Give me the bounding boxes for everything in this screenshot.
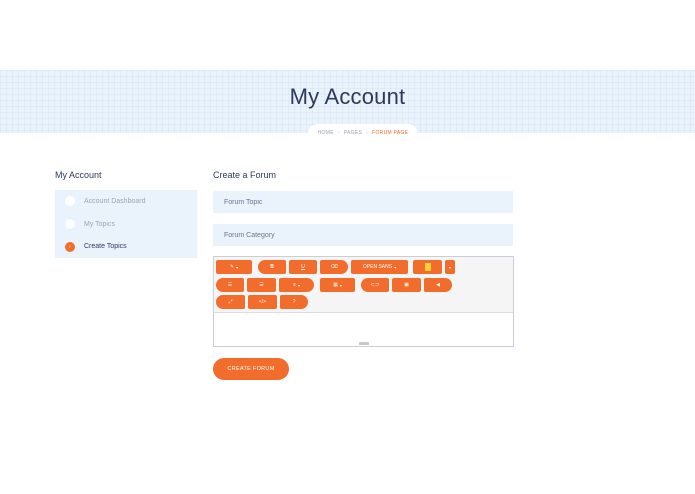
breadcrumb-separator: › bbox=[337, 130, 340, 136]
clear-format-button[interactable]: ⌫ bbox=[320, 260, 348, 274]
bold-button[interactable]: B bbox=[258, 260, 286, 274]
numbered-list-icon: ☰ bbox=[259, 282, 264, 288]
breadcrumb-current: FORUM PAGE bbox=[372, 130, 409, 136]
create-forum-button[interactable]: CREATE FORUM bbox=[213, 358, 289, 380]
editor-toolbar: ✎ ▾ B U ⌫ OPEN SANS ▾ ▾ ☰ ☰ ≡ ▾ ▦ ▾ ⊂⊃ ▣… bbox=[214, 257, 513, 313]
sidebar-item-label: Create Topics bbox=[84, 243, 127, 251]
sidebar-item-create-topics[interactable]: › Create Topics bbox=[55, 235, 197, 258]
underline-icon: U bbox=[301, 264, 305, 270]
style-dropdown-button[interactable]: ✎ ▾ bbox=[216, 260, 252, 274]
breadcrumb-separator: › bbox=[366, 130, 369, 136]
bullet-icon bbox=[65, 219, 75, 230]
breadcrumb-home[interactable]: HOME bbox=[318, 130, 334, 136]
color-dropdown-button[interactable]: ▾ bbox=[445, 260, 455, 274]
form-title: Create a Forum bbox=[213, 170, 277, 180]
font-family-dropdown[interactable]: OPEN SANS ▾ bbox=[351, 260, 408, 274]
bullet-icon bbox=[65, 196, 75, 207]
fullscreen-button[interactable]: ⤢ bbox=[216, 295, 245, 309]
link-icon: ⊂⊃ bbox=[370, 282, 380, 288]
bold-icon: B bbox=[270, 264, 274, 270]
insert-link-button[interactable]: ⊂⊃ bbox=[361, 278, 389, 292]
rich-text-editor: ✎ ▾ B U ⌫ OPEN SANS ▾ ▾ ☰ ☰ ≡ ▾ ▦ ▾ ⊂⊃ ▣… bbox=[213, 256, 514, 347]
help-button[interactable]: ? bbox=[280, 295, 308, 309]
ordered-list-button[interactable]: ☰ bbox=[247, 278, 276, 292]
chevron-right-icon: › bbox=[65, 241, 75, 252]
font-family-label: OPEN SANS bbox=[362, 264, 393, 270]
text-color-button[interactable] bbox=[413, 260, 442, 274]
underline-button[interactable]: U bbox=[289, 260, 317, 274]
sidebar-item-my-topics[interactable]: My Topics bbox=[55, 213, 197, 236]
forum-topic-input[interactable] bbox=[213, 191, 513, 213]
table-dropdown[interactable]: ▦ ▾ bbox=[320, 278, 355, 292]
paragraph-align-dropdown[interactable]: ≡ ▾ bbox=[279, 278, 314, 292]
chevron-down-icon: ▾ bbox=[394, 264, 397, 270]
magic-wand-icon: ✎ bbox=[229, 264, 235, 270]
breadcrumb: HOME › PAGES › FORUM PAGE bbox=[308, 124, 418, 142]
insert-video-button[interactable]: ◀ bbox=[424, 278, 452, 292]
help-icon: ? bbox=[292, 299, 296, 305]
sidebar-title: My Account bbox=[55, 170, 102, 180]
code-icon: </> bbox=[258, 299, 267, 305]
chevron-down-icon: ▾ bbox=[297, 282, 300, 288]
list-icon: ☰ bbox=[227, 282, 233, 288]
insert-image-button[interactable]: ▣ bbox=[392, 278, 421, 292]
resize-handle[interactable] bbox=[359, 342, 369, 345]
sidebar-menu: Account Dashboard My Topics › Create Top… bbox=[55, 190, 197, 258]
color-swatch-icon bbox=[424, 263, 431, 271]
image-icon: ▣ bbox=[404, 282, 409, 288]
breadcrumb-pages[interactable]: PAGES bbox=[344, 130, 362, 136]
code-view-button[interactable]: </> bbox=[248, 295, 277, 309]
fullscreen-icon: ⤢ bbox=[228, 299, 233, 305]
page: My Account HOME › PAGES › FORUM PAGE My … bbox=[0, 0, 695, 494]
sidebar-item-label: Account Dashboard bbox=[84, 197, 146, 205]
sidebar-item-account-dashboard[interactable]: Account Dashboard bbox=[55, 190, 197, 213]
chevron-down-icon: ▾ bbox=[236, 264, 239, 270]
eraser-icon: ⌫ bbox=[330, 264, 338, 270]
video-icon: ◀ bbox=[436, 282, 440, 288]
page-title: My Account bbox=[289, 84, 406, 109]
chevron-down-icon: ▾ bbox=[448, 264, 451, 270]
align-icon: ≡ bbox=[293, 282, 296, 288]
table-icon: ▦ bbox=[333, 282, 338, 288]
forum-category-input[interactable] bbox=[213, 224, 513, 246]
sidebar-item-label: My Topics bbox=[84, 220, 115, 228]
unordered-list-button[interactable]: ☰ bbox=[216, 278, 244, 292]
chevron-down-icon: ▾ bbox=[339, 282, 342, 288]
